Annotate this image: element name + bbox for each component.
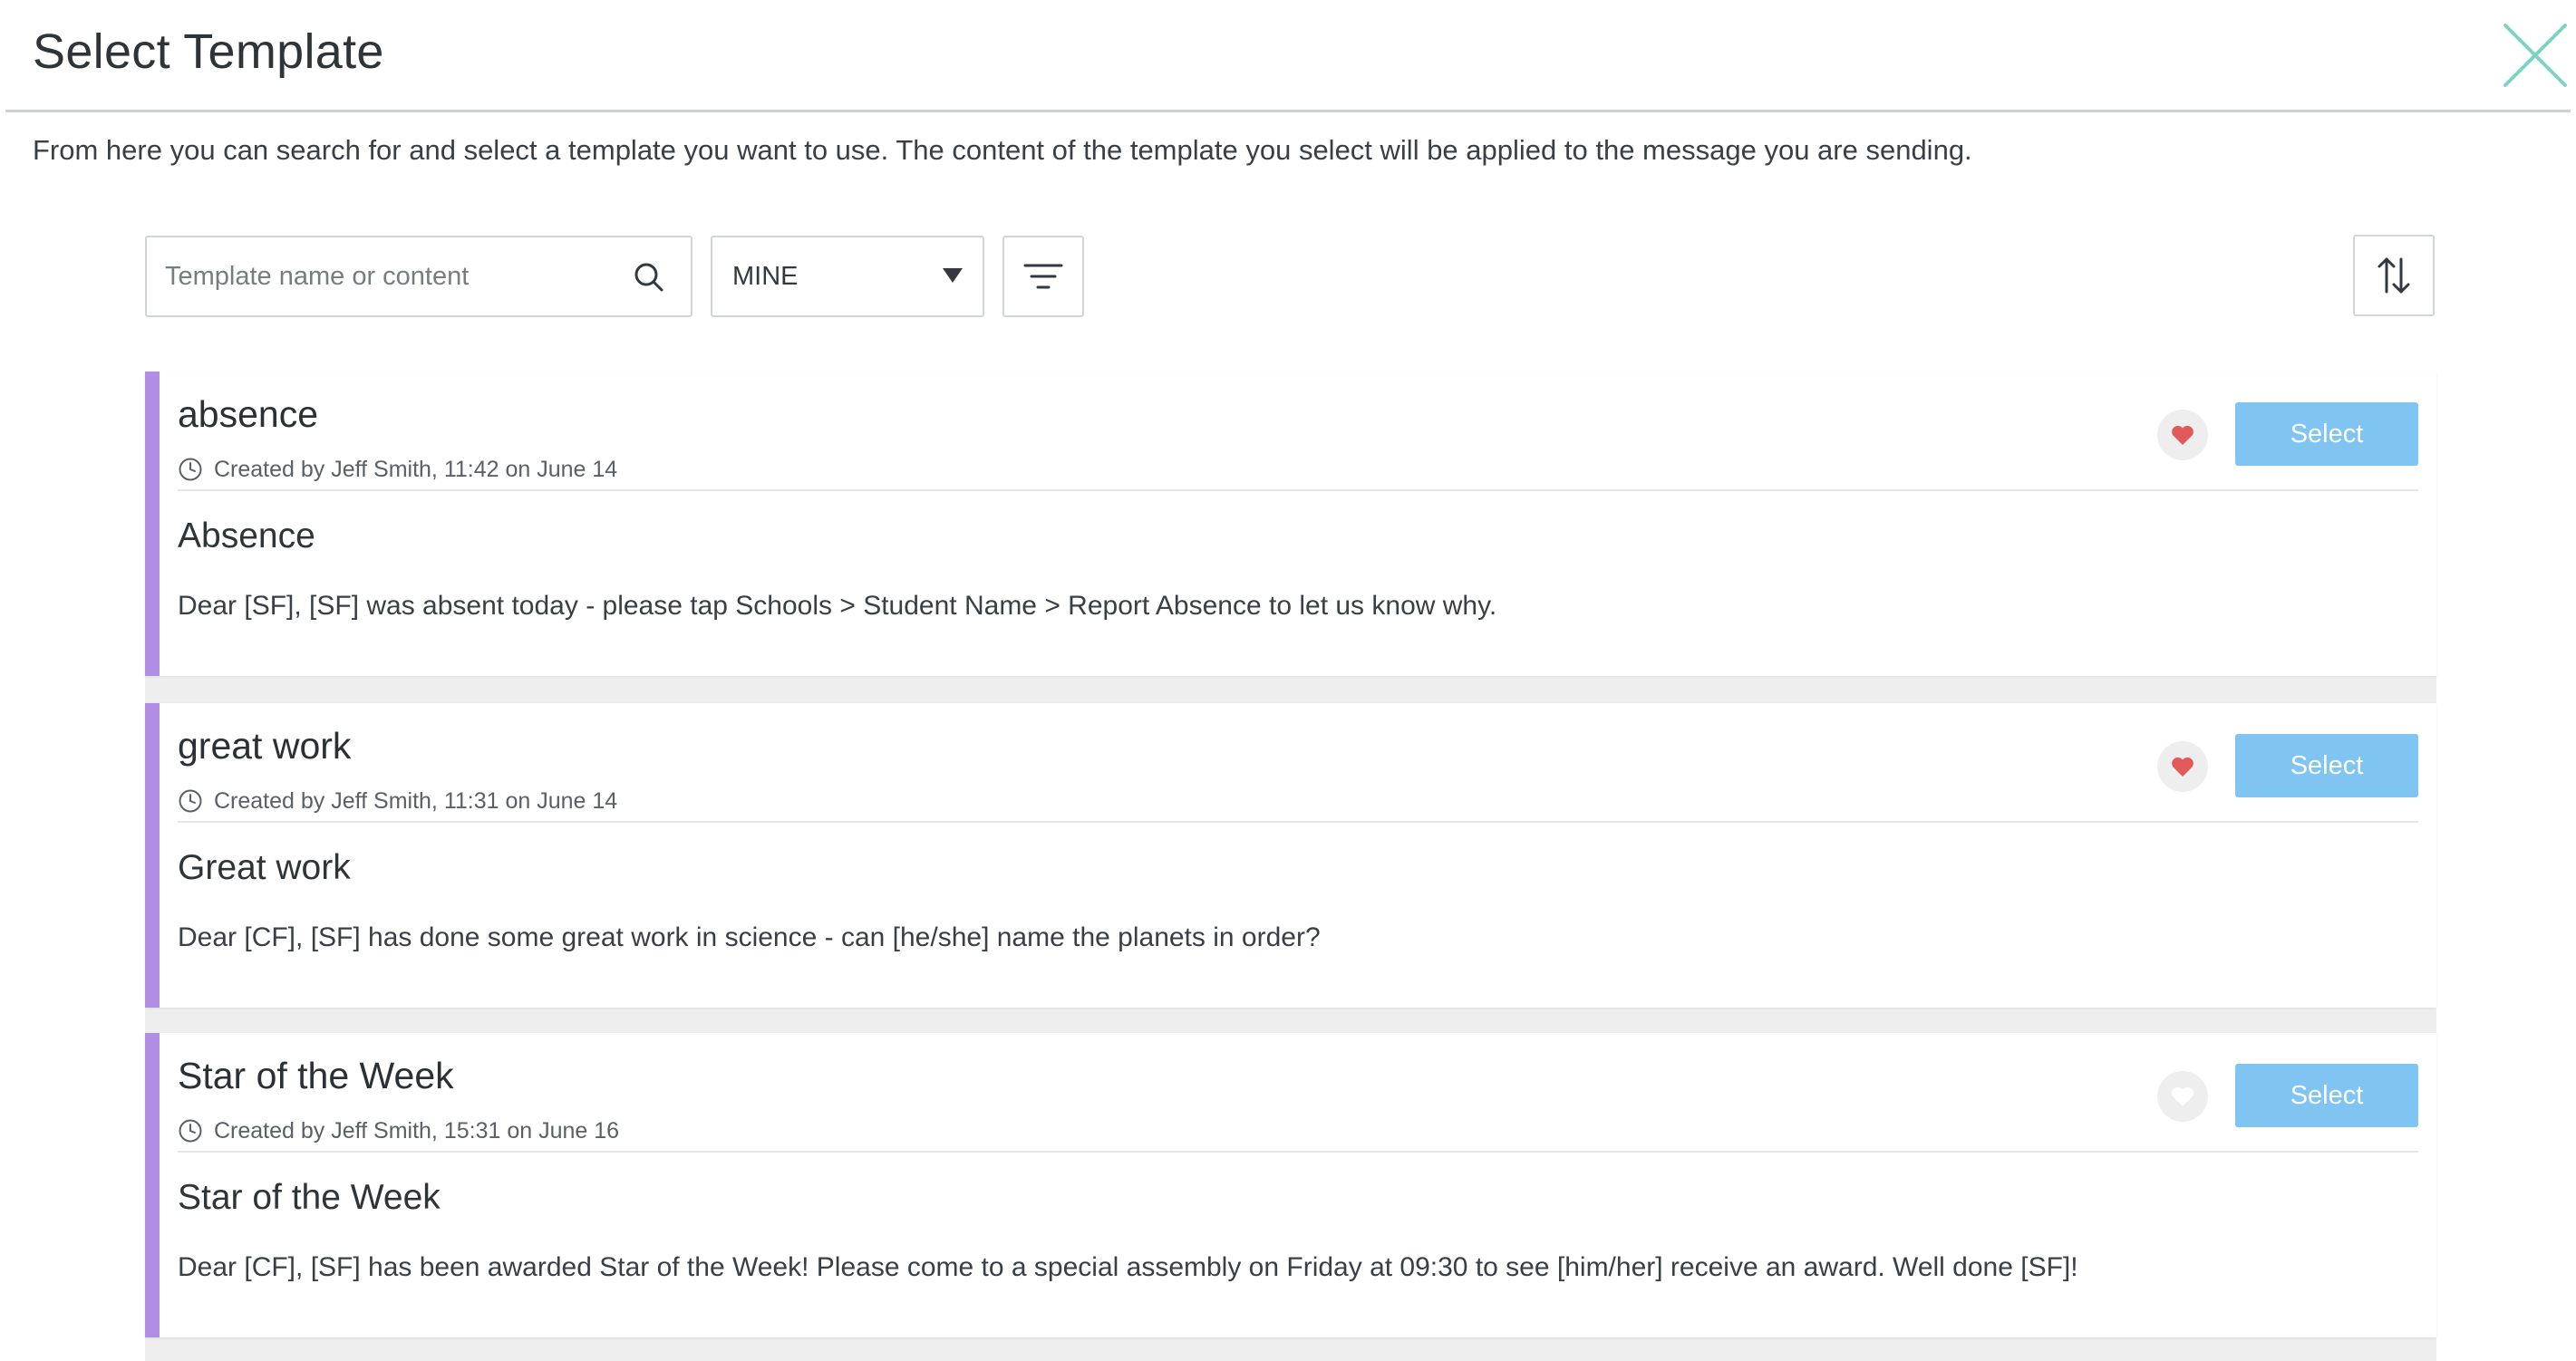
- sort-arrows-icon: [2377, 257, 2410, 294]
- template-card: absence Created by Jeff Smith, 11:42 on …: [145, 372, 2436, 676]
- template-subject: Star of the Week: [178, 1178, 441, 1217]
- filter-button[interactable]: [1002, 236, 1084, 317]
- sort-button[interactable]: [2353, 235, 2435, 316]
- template-meta-text: Created by Jeff Smith, 11:42 on June 14: [214, 456, 618, 482]
- card-accent-bar: [145, 1033, 160, 1337]
- template-name: absence: [178, 393, 319, 435]
- template-name: great work: [178, 725, 352, 767]
- template-name: Star of the Week: [178, 1055, 454, 1096]
- select-template-modal: Select Template From here you can search…: [0, 0, 2576, 1361]
- clock-icon: [178, 1118, 203, 1144]
- ownership-filter-value: MINE: [732, 262, 799, 291]
- heart-icon: [2172, 425, 2193, 445]
- caret-down-icon: [943, 268, 963, 283]
- modal-title: Select Template: [33, 24, 384, 79]
- search-box: [145, 236, 692, 317]
- intro-text: From here you can search for and select …: [33, 134, 1972, 166]
- template-body: Dear [SF], [SF] was absent today - pleas…: [178, 591, 1497, 621]
- template-card: great work Created by Jeff Smith, 11:31 …: [145, 703, 2436, 1008]
- card-divider: [178, 489, 2418, 491]
- template-meta-text: Created by Jeff Smith, 11:31 on June 14: [214, 787, 618, 814]
- favourite-button[interactable]: [2157, 410, 2208, 460]
- close-button[interactable]: [2500, 20, 2571, 91]
- card-divider: [178, 821, 2418, 823]
- filter-lines-icon: [1023, 264, 1063, 289]
- template-meta: Created by Jeff Smith, 11:31 on June 14: [178, 785, 617, 817]
- clock-icon: [178, 457, 203, 482]
- heart-outline-icon: [2172, 1086, 2193, 1106]
- select-button[interactable]: Select: [2235, 1064, 2418, 1127]
- heart-icon: [2172, 757, 2193, 777]
- card-accent-bar: [145, 372, 160, 676]
- template-meta: Created by Jeff Smith, 11:42 on June 14: [178, 453, 617, 486]
- template-subject: Absence: [178, 516, 315, 555]
- search-input[interactable]: [165, 237, 609, 315]
- ownership-filter-select[interactable]: MINE: [711, 236, 984, 317]
- template-card: Star of the Week Created by Jeff Smith, …: [145, 1033, 2436, 1337]
- template-meta: Created by Jeff Smith, 15:31 on June 16: [178, 1115, 619, 1147]
- template-list: absence Created by Jeff Smith, 11:42 on …: [145, 372, 2436, 1361]
- select-button[interactable]: Select: [2235, 402, 2418, 466]
- template-meta-text: Created by Jeff Smith, 15:31 on June 16: [214, 1117, 620, 1144]
- favourite-button[interactable]: [2157, 1071, 2208, 1122]
- template-body: Dear [CF], [SF] has been awarded Star of…: [178, 1252, 2078, 1282]
- close-icon: [2503, 24, 2567, 87]
- template-body: Dear [CF], [SF] has done some great work…: [178, 922, 1321, 952]
- card-accent-bar: [145, 703, 160, 1008]
- card-divider: [178, 1151, 2418, 1153]
- template-subject: Great work: [178, 848, 351, 887]
- favourite-button[interactable]: [2157, 741, 2208, 792]
- search-icon[interactable]: [631, 259, 667, 295]
- select-button[interactable]: Select: [2235, 734, 2418, 797]
- clock-icon: [178, 788, 203, 814]
- modal-header: Select Template: [5, 0, 2571, 112]
